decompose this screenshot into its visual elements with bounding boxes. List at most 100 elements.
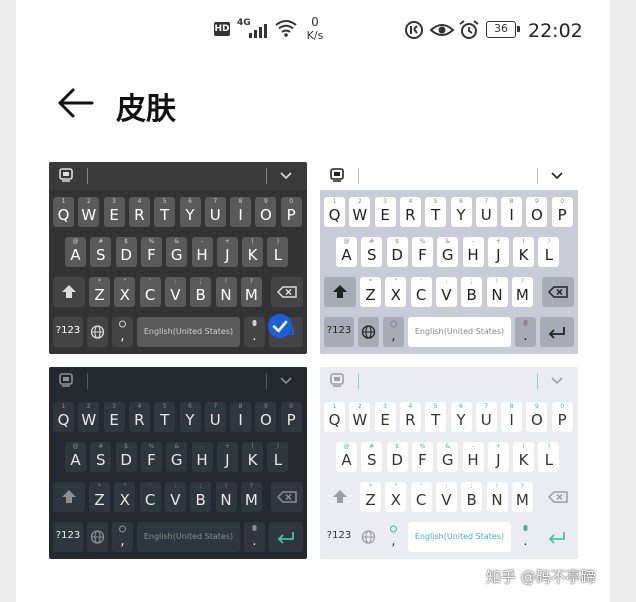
symbols-key[interactable]: ?123 <box>324 317 354 347</box>
key-c[interactable]: ' C <box>139 277 161 307</box>
key-f[interactable]: % F <box>411 237 433 267</box>
key-h[interactable]: -H <box>462 442 484 472</box>
key-e[interactable]: 3E <box>103 402 125 432</box>
key-r[interactable]: 4R <box>128 197 150 227</box>
key-q[interactable]: 1Q <box>53 197 74 227</box>
key-a[interactable]: @ A <box>336 442 357 472</box>
key-n[interactable]: ! N <box>215 482 237 512</box>
key-w[interactable]: 2W <box>349 402 371 432</box>
key-f[interactable]: % F <box>411 442 433 472</box>
key-k[interactable]: (K <box>513 237 535 267</box>
key-e[interactable]: 3E <box>374 402 396 432</box>
key-z[interactable]: * Z <box>360 277 381 307</box>
key-r[interactable]: 4R <box>399 197 421 227</box>
comma-key[interactable]: , <box>383 522 404 552</box>
key-w[interactable]: 2W <box>78 197 100 227</box>
key-o[interactable]: 9O <box>526 402 548 432</box>
key-e[interactable]: 3E <box>103 197 125 227</box>
key-y[interactable]: 6Y <box>450 197 472 227</box>
key-r[interactable]: 4R <box>128 402 150 432</box>
key-j[interactable]: + J <box>216 442 238 472</box>
key-p[interactable]: 0P <box>280 197 302 227</box>
key-j[interactable]: + J <box>216 237 238 267</box>
key-a[interactable]: @ A <box>65 442 86 472</box>
space-bar[interactable]: English(United States) <box>408 522 511 552</box>
key-k[interactable]: (K <box>513 442 535 472</box>
key-s[interactable]: # S <box>361 442 383 472</box>
key-z[interactable]: * Z <box>89 277 110 307</box>
comma-key[interactable]: , <box>112 522 133 552</box>
comma-key[interactable]: , <box>112 317 133 347</box>
key-a[interactable]: @ A <box>336 237 357 267</box>
key-b[interactable]: ; B <box>461 482 483 512</box>
skin-preview-dark-gray[interactable]: 1 Q 2 W 3 E 4 R 5 T 6 Y 7 U 8 I 9 O 0 P @ A # S $ D% F & G - H + J(K) L * Z… <box>49 162 307 354</box>
key-v[interactable]: :V <box>164 277 186 307</box>
shift-key[interactable] <box>324 277 356 307</box>
symbols-key[interactable]: ?123 <box>53 522 83 552</box>
key-w[interactable]: 2W <box>78 402 100 432</box>
backspace-key[interactable] <box>271 277 303 307</box>
key-s[interactable]: # S <box>90 237 112 267</box>
key-y[interactable]: 6Y <box>179 402 201 432</box>
key-z[interactable]: * Z <box>360 482 381 512</box>
key-y[interactable]: 6Y <box>450 402 472 432</box>
key-c[interactable]: ' C <box>410 277 432 307</box>
enter-key[interactable] <box>540 317 574 347</box>
globe-key[interactable] <box>358 522 379 552</box>
period-key[interactable]: . <box>244 522 265 552</box>
key-g[interactable]: & G <box>166 442 188 472</box>
back-arrow-icon[interactable] <box>56 86 96 120</box>
key-n[interactable]: ! N <box>215 277 237 307</box>
symbols-key[interactable]: ?123 <box>53 317 83 347</box>
key-n[interactable]: ! N <box>486 277 508 307</box>
key-t[interactable]: 5T <box>154 197 176 227</box>
key-z[interactable]: * Z <box>89 482 110 512</box>
key-f[interactable]: % F <box>140 237 162 267</box>
key-l[interactable]: ) L <box>538 237 560 267</box>
shift-key[interactable] <box>53 482 85 512</box>
space-bar[interactable]: English(United States) <box>137 522 240 552</box>
space-bar[interactable]: English(United States) <box>137 317 240 347</box>
key-g[interactable]: & G <box>437 237 459 267</box>
key-p[interactable]: 0P <box>280 402 302 432</box>
key-v[interactable]: :V <box>164 482 186 512</box>
key-h[interactable]: -H <box>191 442 213 472</box>
period-key[interactable]: . <box>515 522 536 552</box>
skin-preview-light-gray[interactable]: 1 Q 2 W 3 E 4 R 5 T 6 Y 7 U 8 I 9 O 0 P @ A # S $ D% F & G - H + J(K) L * Z… <box>320 162 578 354</box>
key-d[interactable]: $ D <box>386 237 408 267</box>
key-b[interactable]: ; B <box>190 482 212 512</box>
enter-key[interactable] <box>269 522 303 552</box>
enter-key[interactable] <box>540 522 574 552</box>
key-g[interactable]: & G <box>166 237 188 267</box>
key-j[interactable]: + J <box>487 237 509 267</box>
key-h[interactable]: -H <box>462 237 484 267</box>
key-x[interactable]: " X <box>385 482 407 512</box>
key-i[interactable]: 8I <box>501 197 523 227</box>
key-t[interactable]: 5T <box>425 197 447 227</box>
key-b[interactable]: ; B <box>190 277 212 307</box>
key-k[interactable]: (K <box>242 237 264 267</box>
key-c[interactable]: ' C <box>139 482 161 512</box>
key-q[interactable]: 1Q <box>324 197 345 227</box>
key-x[interactable]: " X <box>114 277 136 307</box>
period-key[interactable]: . <box>515 317 536 347</box>
key-b[interactable]: ; B <box>461 277 483 307</box>
shift-key[interactable] <box>53 277 85 307</box>
backspace-key[interactable] <box>542 277 574 307</box>
key-k[interactable]: (K <box>242 442 264 472</box>
key-m[interactable]: ? M <box>240 482 262 512</box>
key-x[interactable]: " X <box>114 482 136 512</box>
key-d[interactable]: $ D <box>115 442 137 472</box>
key-m[interactable]: ? M <box>511 482 533 512</box>
key-q[interactable]: 1Q <box>53 402 74 432</box>
key-m[interactable]: ? M <box>240 277 262 307</box>
key-d[interactable]: $ D <box>386 442 408 472</box>
key-o[interactable]: 9O <box>526 197 548 227</box>
key-w[interactable]: 2W <box>349 197 371 227</box>
key-g[interactable]: & G <box>437 442 459 472</box>
globe-key[interactable] <box>87 522 108 552</box>
key-j[interactable]: + J <box>487 442 509 472</box>
key-a[interactable]: @ A <box>65 237 86 267</box>
key-u[interactable]: 7U <box>475 402 497 432</box>
key-u[interactable]: 7U <box>204 402 226 432</box>
